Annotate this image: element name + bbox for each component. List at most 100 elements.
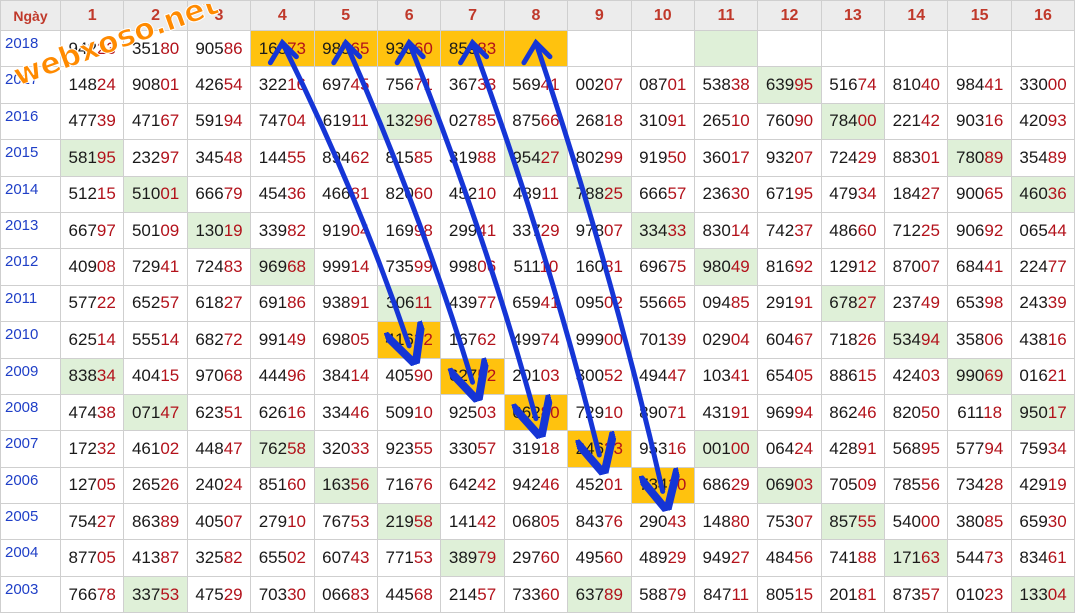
result-last-two: 01	[921, 147, 940, 167]
year-label[interactable]: 2006	[0, 466, 61, 505]
result-cell: 51110	[503, 248, 569, 286]
result-last-two: 47	[667, 366, 687, 386]
table-row: 2013 66797 50109 13019 33982 91904 16998 29941 3…	[0, 211, 1076, 250]
result-prefix: 477	[68, 111, 97, 131]
year-label[interactable]: 2014	[0, 175, 61, 213]
result-prefix: 991	[258, 329, 288, 349]
result-last-two: 88	[477, 147, 497, 167]
result-cell: 35180	[123, 29, 188, 68]
result-prefix: 903	[956, 111, 985, 131]
result-cell: 43816	[1010, 321, 1076, 359]
result-last-two: 68	[413, 584, 433, 604]
year-label[interactable]: 2018	[0, 29, 61, 68]
result-prefix: 847	[703, 584, 732, 604]
result-last-two: 94	[984, 438, 1004, 458]
result-prefix: 431	[702, 402, 731, 422]
result-prefix: 805	[765, 584, 795, 604]
year-label[interactable]: 2010	[0, 321, 61, 359]
year-label[interactable]: 2009	[0, 357, 61, 395]
result-last-two: 95	[794, 75, 814, 95]
result-cell: 12912	[820, 248, 886, 286]
result-cell: 85160	[250, 466, 315, 505]
result-prefix: 409	[68, 257, 97, 277]
result-cell: 83014	[693, 211, 759, 250]
result-prefix: 297	[512, 548, 541, 568]
result-prefix: 499	[512, 329, 541, 349]
result-cell: 33057	[440, 430, 505, 468]
year-label[interactable]: 2004	[0, 539, 61, 577]
result-cell: 57722	[59, 284, 125, 323]
result-last-two: 34	[1047, 438, 1067, 458]
year-label[interactable]: 2008	[0, 393, 61, 432]
result-last-two: 00	[921, 511, 940, 531]
result-prefix: 627	[448, 366, 478, 386]
result-prefix: 384	[322, 366, 351, 386]
result-cell: 59194	[186, 102, 252, 141]
year-label[interactable]: 2011	[0, 284, 61, 323]
result-cell: 16356	[313, 466, 378, 505]
result-cell: 20103	[503, 357, 569, 395]
result-prefix: 540	[892, 511, 921, 531]
year-label[interactable]: 2005	[0, 503, 61, 541]
result-last-two: 07	[604, 75, 623, 95]
result-prefix: 718	[829, 329, 858, 349]
day-header-4: 4	[250, 0, 315, 31]
year-label[interactable]: 2003	[0, 575, 61, 613]
result-prefix: 857	[829, 511, 858, 531]
result-cell: 34548	[186, 139, 252, 177]
result-prefix: 859	[448, 38, 478, 58]
result-last-two: 10	[287, 511, 307, 531]
result-last-two: 57	[667, 184, 687, 204]
result-cell: 30052	[567, 357, 632, 395]
result-prefix: 581	[68, 147, 97, 167]
result-prefix: 132	[385, 111, 414, 131]
result-cell: 66657	[630, 175, 695, 213]
result-cell: 46036	[1010, 175, 1076, 213]
year-label[interactable]: 2016	[0, 102, 61, 141]
result-last-two: 02	[287, 548, 307, 568]
result-cell: 65405	[757, 357, 822, 395]
result-last-two: 10	[477, 184, 497, 204]
result-cell: 43191	[693, 393, 759, 432]
result-cell: 38979	[440, 539, 505, 577]
result-prefix: 908	[131, 75, 161, 95]
result-prefix: 729	[575, 402, 605, 422]
result-cell: 89071	[630, 393, 695, 432]
result-prefix: 016	[1019, 366, 1048, 386]
result-cell: 72941	[123, 248, 188, 286]
result-last-two: 44	[1047, 220, 1067, 240]
result-prefix: 894	[322, 147, 351, 167]
result-last-two: 16	[287, 402, 307, 422]
year-label[interactable]: 2013	[0, 211, 61, 250]
result-cell: 06544	[1010, 211, 1076, 250]
result-prefix: 027	[448, 111, 478, 131]
result-last-two: 04	[287, 111, 307, 131]
result-cell: 33729	[503, 211, 569, 250]
result-last-two: 86	[287, 293, 307, 313]
result-cell: 74704	[250, 102, 315, 141]
result-prefix: 510	[131, 184, 161, 204]
result-last-two: 65	[667, 293, 687, 313]
result-last-two: 92	[984, 220, 1004, 240]
year-label[interactable]: 2007	[0, 430, 61, 468]
result-cell: 90065	[947, 175, 1012, 213]
result-cell: 42891	[820, 430, 886, 468]
result-last-two: 04	[1047, 584, 1067, 604]
result-cell: 31988	[440, 139, 505, 177]
result-last-two: 01	[604, 475, 623, 495]
result-cell: 22477	[1010, 248, 1076, 286]
result-last-two: 33	[667, 220, 687, 240]
result-last-two: 60	[540, 548, 560, 568]
result-last-two: 96	[287, 366, 307, 386]
result-cell: 78825	[567, 175, 632, 213]
result-cell: 76753	[313, 503, 378, 541]
year-label[interactable]: 2017	[0, 66, 61, 104]
result-last-two: 30	[1047, 511, 1067, 531]
result-cell: 23297	[123, 139, 188, 177]
result-prefix: 843	[575, 511, 605, 531]
result-last-two: 30	[730, 184, 750, 204]
result-prefix: 404	[131, 366, 161, 386]
year-label[interactable]: 2012	[0, 248, 61, 286]
year-label[interactable]: 2015	[0, 139, 61, 177]
result-prefix: 623	[195, 402, 224, 422]
